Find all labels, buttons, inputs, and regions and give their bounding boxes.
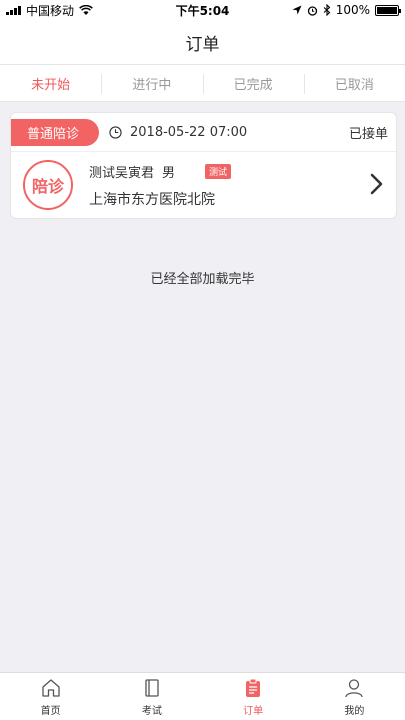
- tab-cancelled[interactable]: 已取消: [303, 65, 405, 101]
- status-bar-left: 中国移动: [6, 2, 93, 19]
- book-icon: [145, 678, 159, 697]
- order-datetime: 2018-05-22 07:00: [130, 124, 248, 140]
- location-icon: [292, 5, 302, 15]
- bottom-nav-home-label: 首页: [40, 705, 61, 717]
- clock-icon: [109, 125, 122, 139]
- status-bar-right: 100%: [292, 3, 401, 17]
- person-icon: [345, 678, 364, 697]
- order-status: 已接单: [348, 126, 388, 142]
- nav-bar: 订单: [0, 20, 405, 64]
- patient-gender: 男: [162, 165, 176, 181]
- order-card-body: 陪诊 测试吴寅君 男 测试 上海市东方医院北院: [11, 152, 396, 218]
- wifi-icon: [79, 4, 93, 15]
- signal-icon: [6, 5, 21, 15]
- carrier-label: 中国移动: [26, 3, 75, 18]
- service-type-tag: 普通陪诊: [11, 118, 100, 146]
- patient-name: 测试吴寅君: [89, 165, 155, 181]
- hospital-address: 上海市东方医院北院: [89, 191, 215, 208]
- bottom-nav-profile-label: 我的: [344, 705, 365, 717]
- bottom-nav-orders-label: 订单: [243, 705, 264, 717]
- order-card-header: 普通陪诊 2018-05-22 07:00 已接单: [11, 113, 396, 152]
- bottom-nav-home[interactable]: 首页: [0, 673, 101, 720]
- tab-completed[interactable]: 已完成: [202, 65, 304, 101]
- bluetooth-icon: [323, 4, 330, 16]
- test-badge: 测试: [205, 163, 232, 179]
- service-badge: 陪诊: [23, 160, 73, 210]
- bottom-nav-orders[interactable]: 订单: [203, 673, 304, 720]
- order-info: 测试吴寅君 男 测试 上海市东方医院北院: [89, 162, 232, 209]
- order-card[interactable]: 普通陪诊 2018-05-22 07:00 已接单 陪诊 测试吴寅君 男 测试 …: [10, 112, 397, 219]
- chevron-right-icon[interactable]: [370, 173, 384, 195]
- status-bar: 中国移动 下午5:04 100%: [0, 0, 405, 20]
- order-status-tabs: 未开始 进行中 已完成 已取消: [0, 64, 405, 102]
- bottom-nav-profile[interactable]: 我的: [304, 673, 405, 720]
- bottom-tab-bar: 首页 考试 订单 我的: [0, 672, 405, 720]
- bottom-nav-exam[interactable]: 考试: [101, 673, 202, 720]
- bottom-nav-exam-label: 考试: [141, 705, 162, 717]
- home-icon: [41, 678, 60, 697]
- alarm-icon: [307, 5, 317, 16]
- all-loaded-text: 已经全部加载完毕: [150, 272, 255, 287]
- clipboard-icon: [246, 678, 261, 697]
- page-title: 订单: [185, 34, 220, 55]
- battery-icon: [375, 4, 401, 16]
- tab-not-started[interactable]: 未开始: [0, 65, 101, 101]
- battery-percent: 100%: [335, 3, 370, 17]
- order-time: 2018-05-22 07:00: [109, 125, 247, 140]
- patient-row: 测试吴寅君 男 测试: [89, 162, 232, 181]
- tab-in-progress[interactable]: 进行中: [101, 65, 202, 101]
